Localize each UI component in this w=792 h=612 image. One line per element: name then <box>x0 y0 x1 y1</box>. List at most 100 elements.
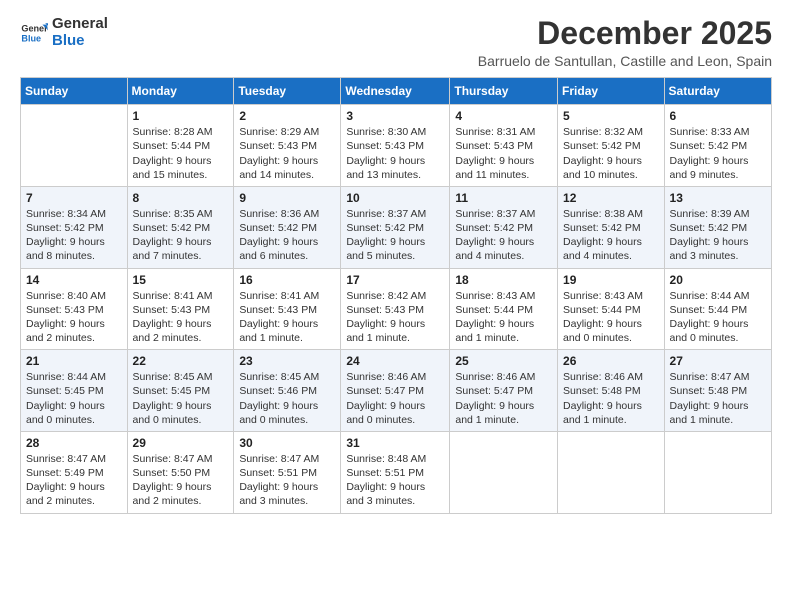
day-cell <box>664 431 771 513</box>
week-row-4: 21 Sunrise: 8:44 AMSunset: 5:45 PMDayligh… <box>21 350 772 432</box>
day-info: Sunrise: 8:46 AMSunset: 5:47 PMDaylight:… <box>455 370 552 427</box>
day-cell: 16 Sunrise: 8:41 AMSunset: 5:43 PMDayligh… <box>234 268 341 350</box>
logo: General Blue General Blue <box>20 16 108 49</box>
logo-text: General Blue <box>52 16 108 49</box>
day-number: 19 <box>563 273 659 287</box>
header-thursday: Thursday <box>450 78 558 105</box>
day-cell: 1 Sunrise: 8:28 AMSunset: 5:44 PMDaylight… <box>127 105 234 187</box>
day-cell: 14 Sunrise: 8:40 AMSunset: 5:43 PMDayligh… <box>21 268 128 350</box>
day-cell: 13 Sunrise: 8:39 AMSunset: 5:42 PMDayligh… <box>664 186 771 268</box>
week-row-1: 1 Sunrise: 8:28 AMSunset: 5:44 PMDaylight… <box>21 105 772 187</box>
day-number: 9 <box>239 191 335 205</box>
day-info: Sunrise: 8:44 AMSunset: 5:44 PMDaylight:… <box>670 289 766 346</box>
day-info: Sunrise: 8:43 AMSunset: 5:44 PMDaylight:… <box>455 289 552 346</box>
day-cell: 8 Sunrise: 8:35 AMSunset: 5:42 PMDaylight… <box>127 186 234 268</box>
day-info: Sunrise: 8:46 AMSunset: 5:47 PMDaylight:… <box>346 370 444 427</box>
logo-icon: General Blue <box>20 19 48 47</box>
day-cell: 11 Sunrise: 8:37 AMSunset: 5:42 PMDayligh… <box>450 186 558 268</box>
day-info: Sunrise: 8:40 AMSunset: 5:43 PMDaylight:… <box>26 289 122 346</box>
day-number: 16 <box>239 273 335 287</box>
day-info: Sunrise: 8:48 AMSunset: 5:51 PMDaylight:… <box>346 452 444 509</box>
day-info: Sunrise: 8:47 AMSunset: 5:49 PMDaylight:… <box>26 452 122 509</box>
week-row-5: 28Sunrise: 8:47 AMSunset: 5:49 PMDayligh… <box>21 431 772 513</box>
day-number: 1 <box>133 109 229 123</box>
day-number: 15 <box>133 273 229 287</box>
day-cell: 2Sunrise: 8:29 AMSunset: 5:43 PMDaylight… <box>234 105 341 187</box>
day-info: Sunrise: 8:34 AMSunset: 5:42 PMDaylight:… <box>26 207 122 264</box>
day-info: Sunrise: 8:31 AMSunset: 5:43 PMDaylight:… <box>455 125 552 182</box>
calendar-table: SundayMondayTuesdayWednesdayThursdayFrid… <box>20 77 772 513</box>
day-cell: 24Sunrise: 8:46 AMSunset: 5:47 PMDayligh… <box>341 350 450 432</box>
day-cell: 29 Sunrise: 8:47 AMSunset: 5:50 PMDayligh… <box>127 431 234 513</box>
day-number: 5 <box>563 109 659 123</box>
day-info: Sunrise: 8:47 AMSunset: 5:50 PMDaylight:… <box>133 452 229 509</box>
day-number: 25 <box>455 354 552 368</box>
day-number: 4 <box>455 109 552 123</box>
header-monday: Monday <box>127 78 234 105</box>
day-cell: 31 Sunrise: 8:48 AMSunset: 5:51 PMDayligh… <box>341 431 450 513</box>
day-info: Sunrise: 8:28 AMSunset: 5:44 PMDaylight:… <box>133 125 229 182</box>
day-info: Sunrise: 8:43 AMSunset: 5:44 PMDaylight:… <box>563 289 659 346</box>
day-number: 22 <box>133 354 229 368</box>
day-number: 11 <box>455 191 552 205</box>
day-number: 10 <box>346 191 444 205</box>
day-cell: 9 Sunrise: 8:36 AMSunset: 5:42 PMDaylight… <box>234 186 341 268</box>
day-cell: 5 Sunrise: 8:32 AMSunset: 5:42 PMDaylight… <box>558 105 665 187</box>
day-info: Sunrise: 8:32 AMSunset: 5:42 PMDaylight:… <box>563 125 659 182</box>
day-cell: 25 Sunrise: 8:46 AMSunset: 5:47 PMDayligh… <box>450 350 558 432</box>
day-cell: 4 Sunrise: 8:31 AMSunset: 5:43 PMDaylight… <box>450 105 558 187</box>
header-friday: Friday <box>558 78 665 105</box>
day-info: Sunrise: 8:29 AMSunset: 5:43 PMDaylight:… <box>239 125 335 182</box>
day-number: 3 <box>346 109 444 123</box>
day-cell: 3 Sunrise: 8:30 AMSunset: 5:43 PMDaylight… <box>341 105 450 187</box>
svg-text:Blue: Blue <box>21 33 41 43</box>
day-number: 21 <box>26 354 122 368</box>
day-number: 23 <box>239 354 335 368</box>
day-info: Sunrise: 8:33 AMSunset: 5:42 PMDaylight:… <box>670 125 766 182</box>
day-info: Sunrise: 8:30 AMSunset: 5:43 PMDaylight:… <box>346 125 444 182</box>
day-number: 29 <box>133 436 229 450</box>
day-number: 14 <box>26 273 122 287</box>
day-number: 30 <box>239 436 335 450</box>
day-cell: 12Sunrise: 8:38 AMSunset: 5:42 PMDayligh… <box>558 186 665 268</box>
day-number: 12 <box>563 191 659 205</box>
day-info: Sunrise: 8:44 AMSunset: 5:45 PMDaylight:… <box>26 370 122 427</box>
day-number: 6 <box>670 109 766 123</box>
day-cell: 27 Sunrise: 8:47 AMSunset: 5:48 PMDayligh… <box>664 350 771 432</box>
day-cell: 23Sunrise: 8:45 AMSunset: 5:46 PMDayligh… <box>234 350 341 432</box>
day-number: 27 <box>670 354 766 368</box>
day-cell: 20Sunrise: 8:44 AMSunset: 5:44 PMDayligh… <box>664 268 771 350</box>
day-number: 13 <box>670 191 766 205</box>
day-info: Sunrise: 8:41 AMSunset: 5:43 PMDaylight:… <box>239 289 335 346</box>
day-cell: 28Sunrise: 8:47 AMSunset: 5:49 PMDayligh… <box>21 431 128 513</box>
day-info: Sunrise: 8:36 AMSunset: 5:42 PMDaylight:… <box>239 207 335 264</box>
main-title: December 2025 <box>478 16 772 51</box>
day-info: Sunrise: 8:37 AMSunset: 5:42 PMDaylight:… <box>346 207 444 264</box>
day-info: Sunrise: 8:45 AMSunset: 5:45 PMDaylight:… <box>133 370 229 427</box>
day-info: Sunrise: 8:41 AMSunset: 5:43 PMDaylight:… <box>133 289 229 346</box>
header-wednesday: Wednesday <box>341 78 450 105</box>
page-header: General Blue General Blue December 2025 … <box>20 16 772 69</box>
day-info: Sunrise: 8:47 AMSunset: 5:48 PMDaylight:… <box>670 370 766 427</box>
day-cell <box>450 431 558 513</box>
day-cell: 18 Sunrise: 8:43 AMSunset: 5:44 PMDayligh… <box>450 268 558 350</box>
day-number: 8 <box>133 191 229 205</box>
day-info: Sunrise: 8:37 AMSunset: 5:42 PMDaylight:… <box>455 207 552 264</box>
day-info: Sunrise: 8:35 AMSunset: 5:42 PMDaylight:… <box>133 207 229 264</box>
day-cell: 6 Sunrise: 8:33 AMSunset: 5:42 PMDaylight… <box>664 105 771 187</box>
day-cell <box>558 431 665 513</box>
title-block: December 2025 Barruelo de Santullan, Cas… <box>478 16 772 69</box>
day-cell <box>21 105 128 187</box>
day-cell: 7 Sunrise: 8:34 AMSunset: 5:42 PMDaylight… <box>21 186 128 268</box>
day-cell: 19 Sunrise: 8:43 AMSunset: 5:44 PMDayligh… <box>558 268 665 350</box>
day-info: Sunrise: 8:46 AMSunset: 5:48 PMDaylight:… <box>563 370 659 427</box>
day-cell: 17Sunrise: 8:42 AMSunset: 5:43 PMDayligh… <box>341 268 450 350</box>
day-number: 18 <box>455 273 552 287</box>
day-info: Sunrise: 8:47 AMSunset: 5:51 PMDaylight:… <box>239 452 335 509</box>
day-info: Sunrise: 8:39 AMSunset: 5:42 PMDaylight:… <box>670 207 766 264</box>
day-number: 7 <box>26 191 122 205</box>
day-number: 31 <box>346 436 444 450</box>
header-saturday: Saturday <box>664 78 771 105</box>
day-cell: 30 Sunrise: 8:47 AMSunset: 5:51 PMDayligh… <box>234 431 341 513</box>
header-tuesday: Tuesday <box>234 78 341 105</box>
